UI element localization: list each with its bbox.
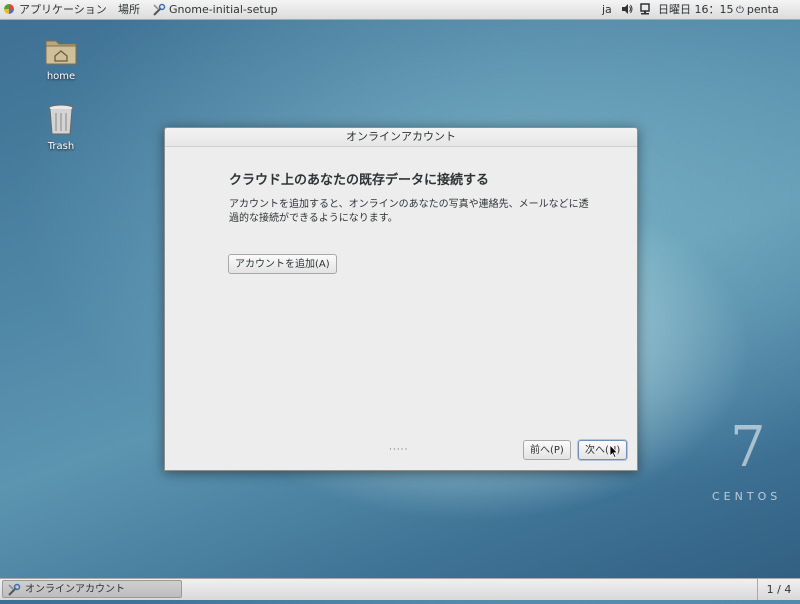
desktop-icon-home[interactable]: home <box>31 36 91 82</box>
top-panel: アプリケーション 場所 Gnome-initial-setup ja 日曜日 1… <box>0 0 800 20</box>
setup-tools-icon <box>7 583 21 604</box>
power-icon: ⏻ <box>736 5 744 16</box>
mouse-pointer-icon <box>609 444 619 458</box>
app-menu-label: Gnome-initial-setup <box>169 3 278 16</box>
workspace-switcher[interactable]: 1 / 4 <box>757 579 800 600</box>
dialog-titlebar[interactable]: オンラインアカウント <box>165 128 637 147</box>
places-menu[interactable]: 場所 <box>118 0 140 19</box>
add-account-button[interactable]: アカウントを追加(A) <box>228 254 337 274</box>
home-folder-icon <box>45 40 77 65</box>
desktop-icon-label: Trash <box>47 141 75 152</box>
network-wired-icon[interactable] <box>640 0 650 19</box>
prev-button[interactable]: 前へ(P) <box>523 440 571 460</box>
user-name: penta <box>746 3 779 16</box>
dialog-description: アカウントを追加すると、オンラインのあなたの写真や連絡先、メールなどに透過的な接… <box>229 199 589 224</box>
online-accounts-dialog: オンラインアカウント クラウド上のあなたの既存データに接続する アカウントを追加… <box>164 127 638 471</box>
taskbar-window-label: オンラインアカウント <box>25 584 125 595</box>
setup-tools-icon <box>152 3 166 23</box>
next-button[interactable]: 次へ(N) <box>578 440 628 460</box>
centos-logo-word: CENTOS <box>712 490 782 503</box>
gnome-foot-icon <box>4 4 14 14</box>
desktop-icon-trash[interactable]: Trash <box>31 104 91 152</box>
volume-icon[interactable] <box>621 0 633 19</box>
input-language-indicator[interactable]: ja <box>602 0 612 19</box>
applications-menu[interactable]: アプリケーション <box>4 0 107 19</box>
dialog-heading: クラウド上のあなたの既存データに接続する <box>229 173 490 188</box>
bottom-panel: オンラインアカウント 1 / 4 <box>0 578 800 600</box>
applications-menu-label: アプリケーション <box>19 3 107 16</box>
centos-logo-number: 7 <box>730 415 766 480</box>
page-indicator: ····· <box>389 445 409 455</box>
user-menu[interactable]: ⏻ penta <box>736 0 779 19</box>
trash-icon <box>48 104 74 135</box>
taskbar-window-button[interactable]: オンラインアカウント <box>2 580 182 598</box>
app-menu[interactable]: Gnome-initial-setup <box>152 0 278 19</box>
clock[interactable]: 日曜日 16：15 <box>658 0 734 19</box>
desktop-icon-label: home <box>46 71 76 82</box>
